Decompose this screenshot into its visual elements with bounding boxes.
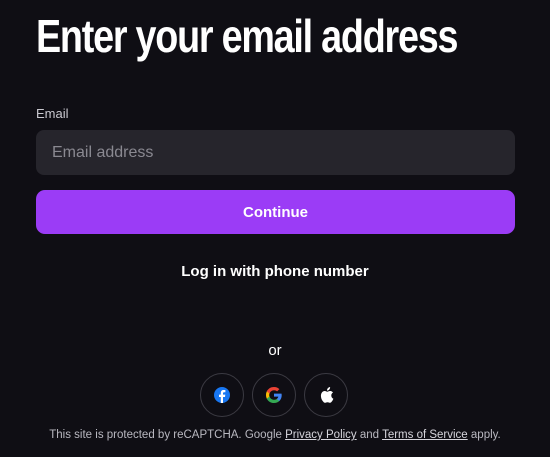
apple-login-button[interactable] [304, 373, 348, 417]
apple-icon [320, 387, 333, 403]
phone-login-link[interactable]: Log in with phone number [0, 263, 550, 280]
recaptcha-notice: This site is protected by reCAPTCHA. Goo… [0, 429, 550, 441]
email-label: Email [36, 106, 69, 121]
terms-of-service-link[interactable]: Terms of Service [382, 429, 468, 441]
or-divider: or [268, 342, 282, 359]
login-page: Enter your email address Email Continue … [0, 0, 550, 457]
google-login-button[interactable] [252, 373, 296, 417]
facebook-icon [214, 387, 230, 403]
google-icon [266, 387, 282, 403]
social-login-row [200, 373, 348, 417]
facebook-login-button[interactable] [200, 373, 244, 417]
continue-button[interactable]: Continue [36, 190, 515, 234]
recaptcha-suffix: apply. [467, 429, 501, 441]
page-title: Enter your email address [36, 10, 458, 62]
privacy-policy-link[interactable]: Privacy Policy [285, 429, 357, 441]
recaptcha-and: and [356, 429, 383, 441]
recaptcha-text: This site is protected by reCAPTCHA. Goo… [49, 429, 286, 441]
email-field[interactable] [36, 130, 515, 175]
